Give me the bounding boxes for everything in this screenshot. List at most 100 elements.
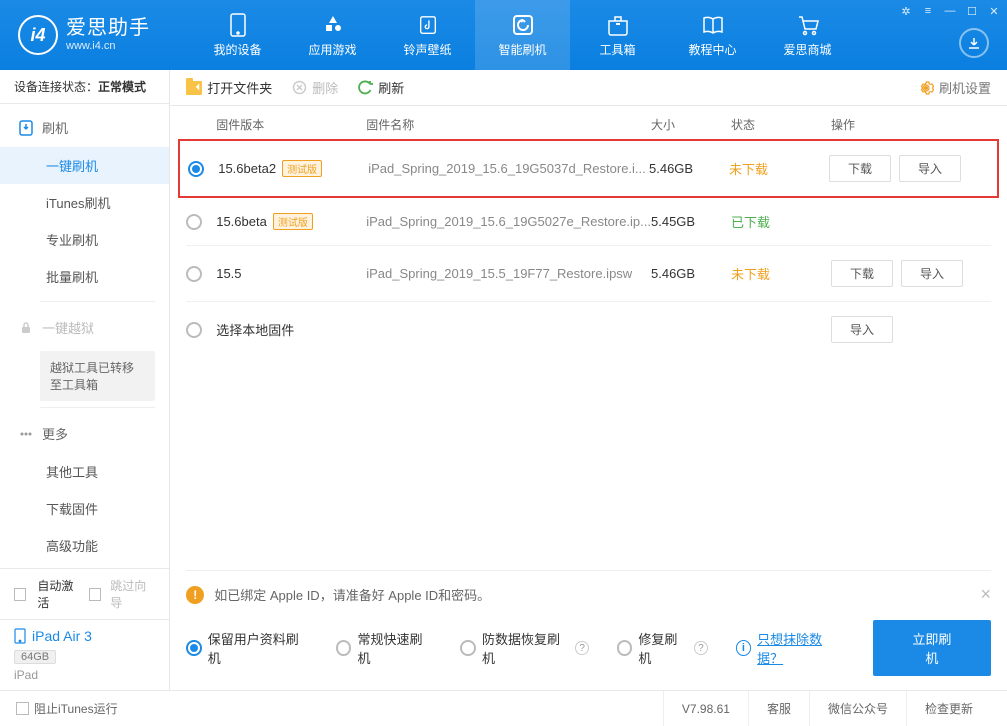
sidebar-jailbreak-head: 一键越狱	[0, 308, 169, 347]
flash-now-button[interactable]: 立即刷机	[873, 620, 991, 676]
nav-flash[interactable]: 智能刷机	[475, 0, 570, 70]
sidebar-itunes-flash[interactable]: iTunes刷机	[0, 184, 169, 221]
download-button[interactable]: 下载	[829, 155, 891, 182]
refresh-button[interactable]: 刷新	[358, 78, 404, 97]
import-button[interactable]: 导入	[831, 316, 893, 343]
sidebar-oneclick-flash[interactable]: 一键刷机	[0, 147, 169, 184]
opt-quick[interactable]: 常规快速刷机	[336, 629, 433, 667]
skip-guide-checkbox[interactable]	[89, 588, 101, 601]
gear-icon	[918, 80, 934, 96]
sidebar-batch-flash[interactable]: 批量刷机	[0, 258, 169, 295]
footer: 阻止iTunes运行 V7.98.61 客服 微信公众号 检查更新	[0, 690, 1007, 726]
firmware-row[interactable]: 15.5 iPad_Spring_2019_15.5_19F77_Restore…	[170, 246, 1007, 301]
delete-button[interactable]: 删除	[292, 78, 338, 97]
info-icon: i	[736, 640, 751, 656]
flash-settings-button[interactable]: 刷机设置	[918, 78, 991, 97]
app-subtitle: www.i4.cn	[66, 40, 150, 53]
col-name: 固件名称	[366, 116, 651, 133]
col-action: 操作	[831, 116, 991, 133]
logo-icon: i4	[18, 15, 58, 55]
download-indicator-icon[interactable]	[959, 28, 989, 58]
firmware-size: 5.46GB	[649, 161, 729, 176]
warning-icon: !	[186, 586, 204, 604]
block-itunes-checkbox[interactable]	[16, 702, 29, 715]
connection-status: 设备连接状态： 正常模式	[0, 70, 169, 104]
main-nav: 我的设备 应用游戏 铃声壁纸 智能刷机 工具箱 教程中心 爱思商城	[190, 0, 855, 70]
sidebar-download-fw[interactable]: 下载固件	[0, 490, 169, 527]
folder-icon	[186, 81, 202, 95]
jailbreak-note: 越狱工具已转移至工具箱	[40, 351, 155, 401]
wechat-button[interactable]: 微信公众号	[809, 691, 906, 726]
radio-icon[interactable]	[188, 161, 204, 177]
close-notice-button[interactable]: ×	[980, 584, 991, 605]
check-update-button[interactable]: 检查更新	[906, 691, 991, 726]
firmware-status: 未下载	[731, 264, 831, 283]
nav-my-device[interactable]: 我的设备	[190, 0, 285, 70]
more-icon	[18, 426, 34, 442]
menu-icon[interactable]: ≡	[921, 4, 935, 18]
firmware-version: 15.6beta测试版	[216, 213, 366, 230]
open-folder-button[interactable]: 打开文件夹	[186, 78, 272, 97]
sidebar-more-head[interactable]: 更多	[0, 414, 169, 453]
radio-icon[interactable]	[186, 266, 202, 282]
firmware-list: 15.6beta2测试版 iPad_Spring_2019_15.6_19G50…	[170, 139, 1007, 570]
firmware-size: 5.45GB	[651, 214, 731, 229]
import-button[interactable]: 导入	[899, 155, 961, 182]
maximize-icon[interactable]: ☐	[965, 4, 979, 18]
sidebar-pro-flash[interactable]: 专业刷机	[0, 221, 169, 258]
radio-icon	[617, 640, 632, 656]
sidebar-other-tools[interactable]: 其他工具	[0, 453, 169, 490]
toolbox-icon	[604, 13, 632, 37]
radio-icon[interactable]	[186, 322, 202, 338]
import-button[interactable]: 导入	[901, 260, 963, 287]
minimize-icon[interactable]: —	[943, 4, 957, 18]
app-version: V7.98.61	[663, 691, 748, 726]
opt-repair[interactable]: 修复刷机 ?	[617, 629, 708, 667]
col-size: 大小	[651, 116, 731, 133]
customer-service-button[interactable]: 客服	[748, 691, 809, 726]
firmware-name: iPad_Spring_2019_15.6_19G5027e_Restore.i…	[366, 214, 651, 229]
flash-icon	[509, 13, 537, 37]
firmware-row[interactable]: 选择本地固件 导入	[170, 302, 1007, 357]
nav-store[interactable]: 爱思商城	[760, 0, 855, 70]
nav-ringtones[interactable]: 铃声壁纸	[380, 0, 475, 70]
refresh-icon	[358, 80, 373, 95]
nav-apps[interactable]: 应用游戏	[285, 0, 380, 70]
download-button[interactable]: 下载	[831, 260, 893, 287]
block-itunes-label: 阻止iTunes运行	[34, 700, 118, 717]
delete-icon	[292, 80, 307, 95]
close-icon[interactable]: ✕	[987, 4, 1001, 18]
help-icon[interactable]: ?	[694, 641, 707, 655]
firmware-size: 5.46GB	[651, 266, 731, 281]
col-version: 固件版本	[216, 116, 366, 133]
firmware-row[interactable]: 15.6beta2测试版 iPad_Spring_2019_15.6_19G50…	[178, 139, 999, 198]
device-info: iPad Air 3 64GB iPad	[0, 619, 169, 690]
firmware-version: 选择本地固件	[216, 320, 366, 339]
auto-activate-row: 自动激活 跳过向导	[0, 568, 169, 619]
apps-icon	[319, 13, 347, 37]
opt-anti-recovery[interactable]: 防数据恢复刷机 ?	[460, 629, 588, 667]
nav-tutorials[interactable]: 教程中心	[665, 0, 760, 70]
app-header: i4 爱思助手 www.i4.cn 我的设备 应用游戏 铃声壁纸 智能刷机 工具…	[0, 0, 1007, 70]
erase-link[interactable]: 只想抹除数据？	[757, 629, 845, 667]
opt-keep-data[interactable]: 保留用户资料刷机	[186, 629, 308, 667]
beta-badge: 测试版	[273, 213, 313, 230]
auto-activate-checkbox[interactable]	[14, 588, 26, 601]
device-capacity: 64GB	[14, 650, 56, 664]
skin-icon[interactable]: ✲	[899, 4, 913, 18]
device-icon	[14, 628, 26, 644]
app-logo: i4 爱思助手 www.i4.cn	[18, 15, 150, 55]
sidebar-flash-head[interactable]: 刷机	[0, 108, 169, 147]
sidebar-advanced[interactable]: 高级功能	[0, 527, 169, 564]
book-icon	[699, 13, 727, 37]
window-controls: ✲ ≡ — ☐ ✕	[899, 4, 1001, 18]
firmware-status: 已下载	[731, 212, 831, 231]
cart-icon	[794, 13, 822, 37]
device-model: iPad	[14, 668, 155, 682]
help-icon[interactable]: ?	[575, 641, 589, 655]
phone-icon	[224, 13, 252, 37]
firmware-row[interactable]: 15.6beta测试版 iPad_Spring_2019_15.6_19G502…	[170, 198, 1007, 245]
firmware-name: iPad_Spring_2019_15.5_19F77_Restore.ipsw	[366, 266, 651, 281]
nav-toolbox[interactable]: 工具箱	[570, 0, 665, 70]
radio-icon[interactable]	[186, 214, 202, 230]
